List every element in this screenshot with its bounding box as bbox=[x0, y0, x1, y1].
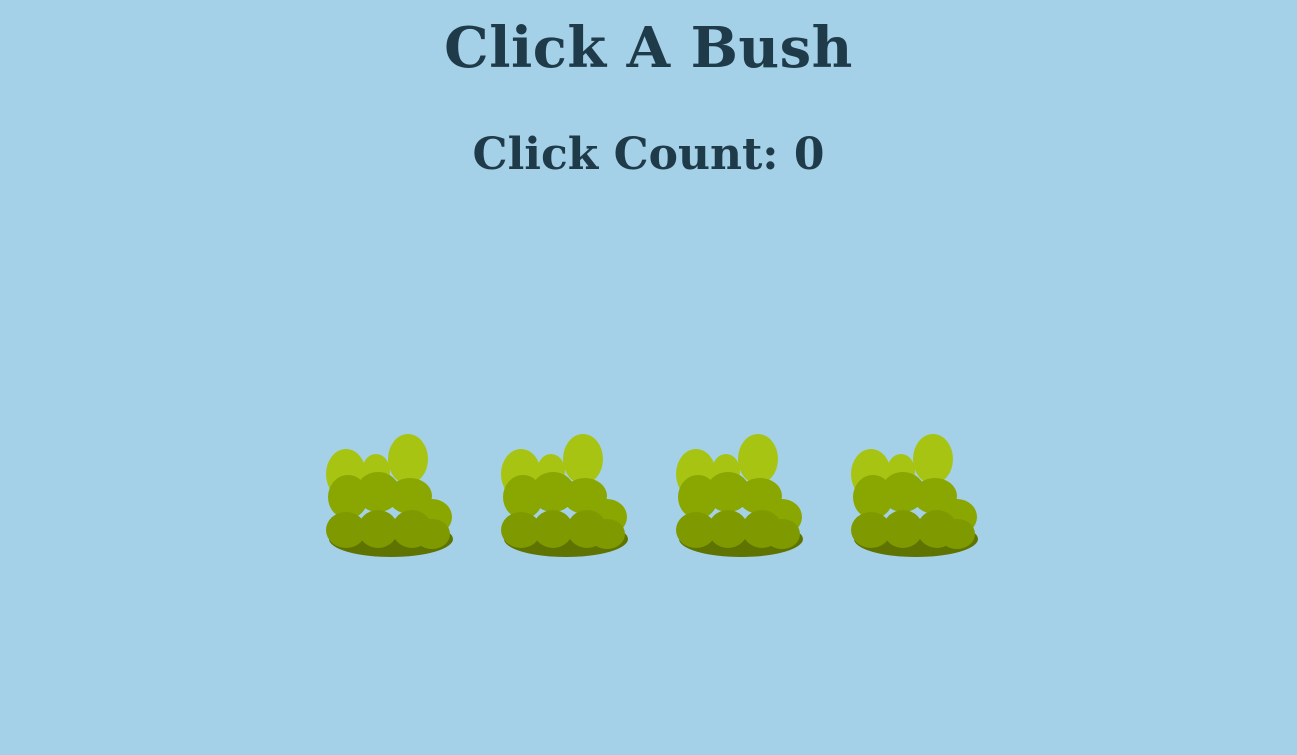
bush-row bbox=[326, 432, 986, 562]
page-title: Click A Bush bbox=[444, 15, 853, 81]
click-count-display: Click Count: 0 bbox=[0, 129, 1297, 180]
bush-icon bbox=[676, 434, 803, 557]
bush-2[interactable] bbox=[501, 432, 631, 562]
bush-icon bbox=[326, 434, 453, 557]
bush-3[interactable] bbox=[676, 432, 806, 562]
click-count-label: Click Count: bbox=[472, 129, 794, 180]
bush-icon bbox=[851, 434, 978, 557]
bush-icon bbox=[501, 434, 628, 557]
bush-1[interactable] bbox=[326, 432, 456, 562]
bush-4[interactable] bbox=[851, 432, 981, 562]
click-count-value: 0 bbox=[793, 129, 825, 180]
